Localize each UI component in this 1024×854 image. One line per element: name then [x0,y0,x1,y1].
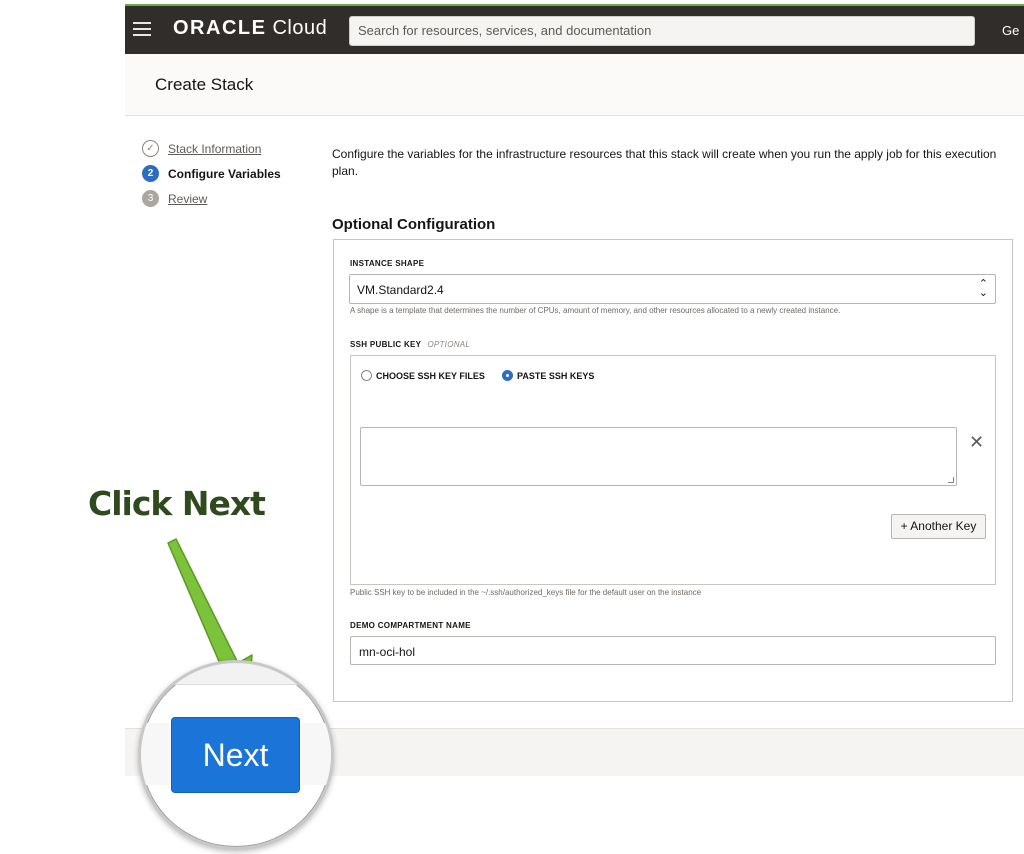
radio-choose-ssh-key-files[interactable]: CHOOSE SSH KEY FILES [361,370,485,383]
ssh-label-text: SSH PUBLIC KEY [350,340,422,349]
lens-header-strip [141,663,331,685]
resize-grip-icon[interactable] [948,477,954,483]
ssh-key-help: Public SSH key to be included in the ~/.… [350,588,702,597]
instance-shape-label: INSTANCE SHAPE [350,259,425,268]
ssh-public-key-label: SSH PUBLIC KEY OPTIONAL [350,340,470,349]
search-input[interactable]: Search for resources, services, and docu… [349,16,975,46]
step-complete-icon: ✓ [142,140,159,157]
wizard-step-label[interactable]: Review [168,192,207,206]
radio-on-icon [502,370,513,382]
compartment-name-label: DEMO COMPARTMENT NAME [350,621,471,630]
wizard-step-label[interactable]: Stack Information [168,142,261,156]
hamburger-menu-icon[interactable] [133,22,151,36]
wizard-step-stack-information[interactable]: ✓ Stack Information [142,140,312,165]
wizard-steps: ✓ Stack Information 2 Configure Variable… [142,140,312,215]
page-title: Create Stack [155,75,254,94]
remove-key-close-icon[interactable]: ✕ [969,433,984,451]
next-button[interactable]: Next [171,717,300,793]
instance-shape-help: A shape is a template that determines th… [350,306,841,315]
radio-label: PASTE SSH KEYS [517,371,595,381]
intro-text: Configure the variables for the infrastr… [332,147,997,178]
radio-paste-ssh-keys[interactable]: PASTE SSH KEYS [502,370,595,383]
click-next-callout: Click Next [88,484,266,523]
wizard-step-review[interactable]: 3 Review [142,190,312,215]
instance-shape-select[interactable]: VM.Standard2.4 ⌃ ⌄ [349,274,996,304]
brand-sub: Cloud [272,17,328,39]
instance-shape-value: VM.Standard2.4 [357,283,444,297]
top-navigation-bar: ORACLE Cloud Search for resources, servic… [125,4,1024,54]
section-title: Optional Configuration [332,216,496,233]
step-number-badge: 2 [142,165,159,182]
optional-tag: OPTIONAL [427,340,471,349]
wizard-step-label: Configure Variables [168,167,281,181]
ssh-key-textarea[interactable] [360,427,957,486]
radio-off-icon [361,370,372,382]
select-chevron-icon: ⌃ ⌄ [978,278,988,299]
compartment-name-input[interactable]: mn-oci-hol [350,636,996,665]
radio-label: CHOOSE SSH KEY FILES [376,371,485,381]
region-selector[interactable]: Ge [1002,23,1019,38]
add-another-key-button[interactable]: + Another Key [891,514,986,539]
step-number-badge: 3 [142,190,159,207]
page-header: Create Stack [125,54,1024,116]
wizard-step-configure-variables: 2 Configure Variables [142,165,312,190]
oracle-cloud-logo[interactable]: ORACLE Cloud [173,17,327,40]
brand-main: ORACLE [173,17,267,39]
screen: { "topbar": { "brand_main": "ORACLE", "b… [0,0,1024,854]
